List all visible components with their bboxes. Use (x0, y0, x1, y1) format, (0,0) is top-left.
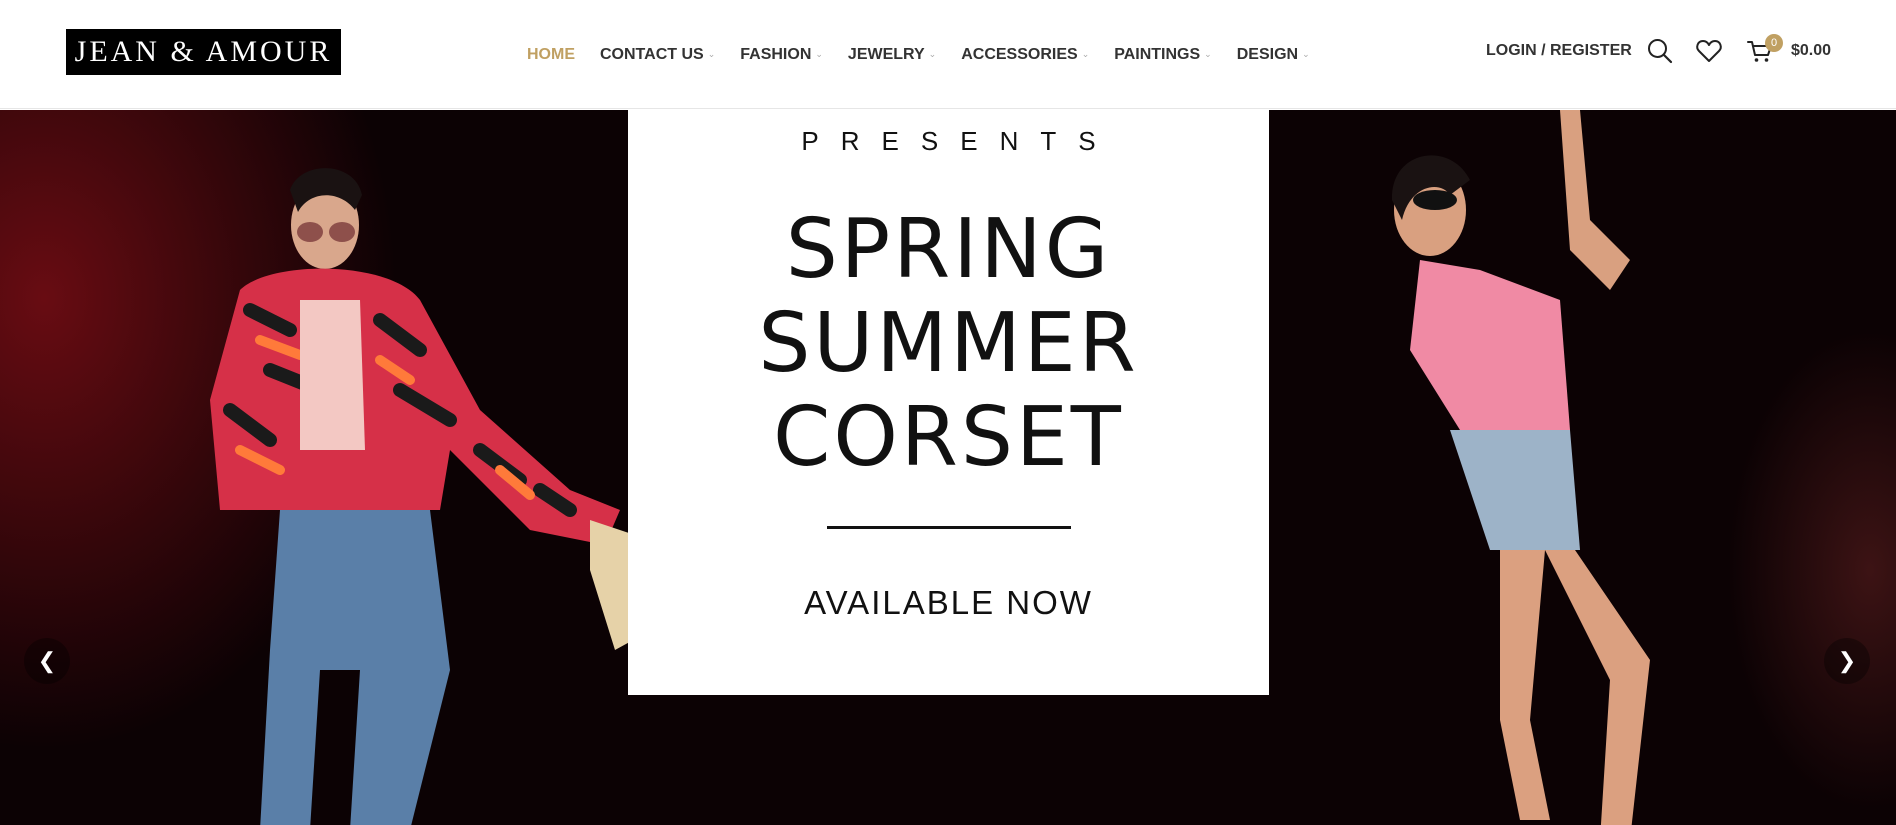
chevron-down-icon: ⌄ (815, 49, 823, 59)
nav-label: ACCESSORIES (961, 45, 1078, 63)
nav-item-design[interactable]: DESIGN ⌄ (1237, 46, 1310, 64)
chevron-down-icon: ⌄ (707, 49, 716, 59)
model-left-image (210, 168, 670, 825)
nav-item-contact-us[interactable]: CONTACT US ⌄ (600, 46, 715, 64)
poster-headline-line-3: CORSET (773, 390, 1124, 485)
nav-label: HOME (527, 45, 575, 63)
nav-item-paintings[interactable]: PAINTINGS ⌄ (1114, 46, 1211, 64)
slider-prev-button[interactable]: ❮ (24, 638, 70, 684)
chevron-down-icon: ⌄ (1204, 49, 1212, 59)
logo-text: JEAN & AMOUR (74, 35, 333, 68)
hero-slider: PRESENTS SPRING SUMMER CORSET AVAILABLE … (0, 110, 1896, 825)
heart-icon[interactable] (1694, 36, 1724, 66)
poster-cta-text: AVAILABLE NOW (804, 584, 1093, 621)
site-header: JEAN & AMOUR HOME CONTACT US ⌄ FASHION ⌄… (0, 0, 1896, 109)
slider-next-button[interactable]: ❯ (1824, 638, 1870, 684)
chevron-down-icon: ⌄ (1302, 49, 1310, 59)
search-icon[interactable] (1645, 36, 1675, 66)
chevron-down-icon: ⌄ (928, 49, 937, 59)
chevron-down-icon: ⌄ (1081, 49, 1090, 59)
cart-count-badge: 0 (1765, 34, 1783, 52)
model-right-image (1391, 110, 1650, 825)
nav-label: JEWELRY (847, 45, 925, 63)
nav-item-jewelry[interactable]: JEWELRY ⌄ (848, 46, 936, 64)
nav-label: FASHION (740, 45, 812, 63)
poster-divider (827, 526, 1071, 529)
promo-poster[interactable]: PRESENTS SPRING SUMMER CORSET AVAILABLE … (628, 110, 1269, 695)
nav-label: DESIGN (1236, 45, 1299, 63)
nav-item-home[interactable]: HOME (527, 46, 575, 64)
nav-item-accessories[interactable]: ACCESSORIES ⌄ (961, 46, 1089, 64)
nav-label: PAINTINGS (1114, 45, 1201, 63)
nav-label: CONTACT US (600, 45, 704, 63)
site-logo[interactable]: JEAN & AMOUR (66, 29, 341, 75)
login-register-link[interactable]: LOGIN / REGISTER (1486, 42, 1632, 60)
poster-headline-line-1: SPRING (785, 202, 1112, 297)
main-navigation: HOME CONTACT US ⌄ FASHION ⌄ JEWELRY ⌄ AC… (527, 0, 1335, 109)
poster-headline-line-2: SUMMER (758, 296, 1139, 391)
cart-total[interactable]: $0.00 (1791, 42, 1831, 60)
nav-item-fashion[interactable]: FASHION ⌄ (740, 46, 823, 64)
poster-presents-text: PRESENTS (801, 126, 1118, 156)
